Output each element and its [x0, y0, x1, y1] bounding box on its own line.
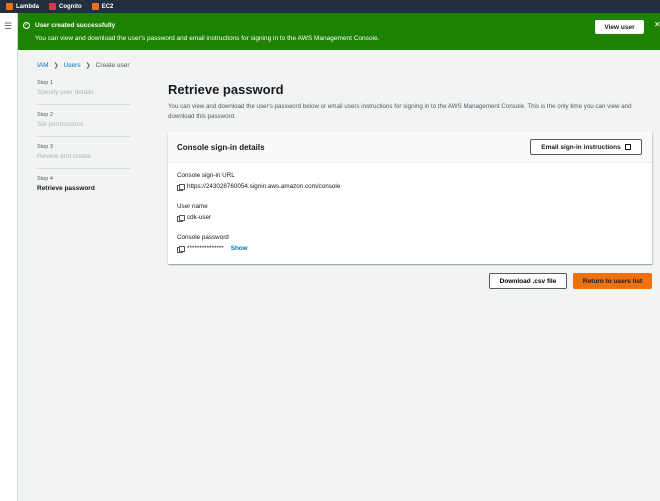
lambda-icon [6, 3, 13, 10]
service-shortcut-cognito[interactable]: Cognito [49, 3, 82, 10]
step-number: Step 4 [37, 176, 53, 182]
flash-message: You can view and download the user's pas… [35, 35, 380, 42]
wizard-step-1: Step 1 Specify user details [37, 80, 130, 105]
sign-in-url-text: https://243028760054.signin.aws.amazon.c… [187, 183, 341, 190]
user-name-text: cdk-user [187, 214, 212, 221]
service-label: Cognito [59, 3, 82, 10]
success-flashbar: ✓ User created successfully You can view… [18, 13, 660, 50]
step-name: Retrieve password [37, 185, 95, 192]
wizard-steps: Step 1 Specify user details Step 2 Set p… [37, 80, 130, 207]
chevron-right-icon: ❯ [53, 63, 59, 69]
console-sign-in-details-card: Console sign-in details Email sign-in in… [168, 132, 652, 264]
button-label: Email sign-in instructions [541, 143, 621, 151]
console-password-value: *************** Show [177, 245, 248, 253]
menu-icon[interactable]: ☰ [4, 22, 12, 31]
chevron-right-icon: ❯ [85, 63, 91, 69]
side-navigation: ☰ [0, 13, 18, 501]
show-password-link[interactable]: Show [231, 245, 248, 252]
service-label: EC2 [101, 3, 114, 10]
flash-title: User created successfully [35, 22, 116, 29]
top-navigation-bar: Lambda Cognito EC2 [0, 0, 660, 13]
step-number: Step 3 [37, 144, 53, 150]
page-title: Retrieve password [168, 82, 284, 97]
view-user-button[interactable]: View user [595, 20, 644, 34]
wizard-step-2: Step 2 Set permissions [37, 112, 130, 137]
user-name-label: User name [177, 203, 208, 210]
breadcrumb-current: Create user [95, 62, 130, 69]
close-icon[interactable]: ✕ [654, 21, 660, 29]
step-name: Specify user details [37, 89, 94, 96]
page-description: You can view and download the user's pas… [168, 103, 632, 120]
service-label: Lambda [16, 3, 40, 10]
step-number: Step 1 [37, 80, 53, 86]
cognito-icon [49, 3, 57, 10]
wizard-step-4: Step 4 Retrieve password [37, 176, 130, 200]
email-sign-in-instructions-button[interactable]: Email sign-in instructions [530, 139, 642, 155]
return-to-users-list-button[interactable]: Return to users list [573, 273, 652, 289]
card-header: Console sign-in details Email sign-in in… [168, 132, 652, 163]
download-csv-button[interactable]: Download .csv file [489, 273, 567, 289]
sign-in-url-label: Console sign-in URL [177, 172, 235, 179]
service-shortcut-lambda[interactable]: Lambda [6, 3, 39, 10]
user-name-value: cdk-user [177, 214, 212, 222]
copy-icon[interactable] [177, 245, 185, 253]
copy-icon[interactable] [177, 183, 185, 191]
card-title: Console sign-in details [177, 143, 265, 152]
console-password-label: Console password [177, 234, 229, 241]
breadcrumb: IAM ❯ Users ❯ Create user [37, 62, 130, 69]
sign-in-url-value: https://243028760054.signin.aws.amazon.c… [177, 183, 341, 191]
success-check-icon: ✓ [23, 22, 30, 29]
step-number: Step 2 [37, 112, 53, 118]
service-shortcut-ec2[interactable]: EC2 [91, 3, 114, 10]
external-link-icon [624, 144, 631, 150]
wizard-step-3: Step 3 Review and create [37, 144, 130, 169]
copy-icon[interactable] [177, 214, 185, 222]
step-name: Review and create [37, 153, 91, 160]
ec2-icon [91, 3, 99, 10]
step-name: Set permissions [37, 121, 84, 128]
breadcrumb-users[interactable]: Users [64, 62, 81, 69]
breadcrumb-iam[interactable]: IAM [37, 62, 49, 69]
password-masked: *************** [187, 245, 224, 252]
